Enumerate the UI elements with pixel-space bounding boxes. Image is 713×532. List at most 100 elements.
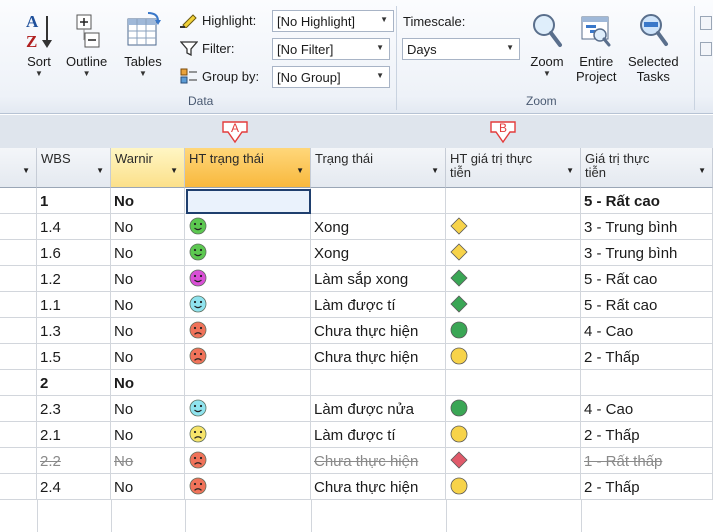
row-selector[interactable] — [0, 422, 37, 448]
outline-button[interactable]: Outline ▼ — [66, 8, 107, 79]
cell-ht-status[interactable] — [185, 422, 311, 448]
cell-ht-value[interactable] — [446, 188, 581, 214]
cell-ht-value[interactable] — [446, 370, 581, 396]
cell-value[interactable]: 5 - Rất cao — [581, 266, 713, 292]
cell-ht-value[interactable] — [446, 474, 581, 500]
zoom-button[interactable]: Zoom ▼ — [528, 8, 566, 79]
cell-ht-status[interactable] — [185, 344, 311, 370]
cell-ht-status[interactable] — [185, 214, 311, 240]
cell-status[interactable]: Làm được tí — [311, 292, 446, 318]
cell-wbs[interactable]: 1.4 — [37, 214, 111, 240]
entire-project-button[interactable]: Entire Project — [576, 8, 616, 84]
cell-ht-status[interactable] — [185, 318, 311, 344]
cell-warning[interactable]: No — [111, 318, 185, 344]
column-header-wbs[interactable]: WBS ▼ — [37, 148, 111, 188]
cell-wbs[interactable]: 1.5 — [37, 344, 111, 370]
cell-ht-value[interactable] — [446, 448, 581, 474]
cell-warning[interactable]: No — [111, 292, 185, 318]
sort-button[interactable]: A Z Sort ▼ — [20, 8, 58, 79]
cell-warning[interactable]: No — [111, 474, 185, 500]
cell-ht-status[interactable] — [185, 448, 311, 474]
overflow-icon[interactable] — [700, 42, 712, 56]
column-header-ht-status[interactable]: HT trạng thái ▼ — [185, 148, 311, 188]
cell-status[interactable]: Xong — [311, 214, 446, 240]
cell-value[interactable]: 3 - Trung bình — [581, 214, 713, 240]
row-selector[interactable] — [0, 266, 37, 292]
timescale-dropdown[interactable]: Days ▼ — [402, 38, 520, 60]
cell-value[interactable]: 5 - Rất cao — [581, 292, 713, 318]
highlight-dropdown[interactable]: [No Highlight] ▼ — [272, 10, 394, 32]
cell-warning[interactable]: No — [111, 344, 185, 370]
row-selector[interactable] — [0, 474, 37, 500]
cell-ht-status[interactable] — [185, 370, 311, 396]
cell-ht-status[interactable] — [185, 396, 311, 422]
cell-wbs[interactable]: 1.6 — [37, 240, 111, 266]
cell-status[interactable]: Chưa thực hiện — [311, 474, 446, 500]
cell-status[interactable] — [311, 370, 446, 396]
cell-ht-status[interactable] — [185, 474, 311, 500]
column-header-value[interactable]: Giá trị thực tiễn ▼ — [581, 148, 713, 188]
cell-value[interactable]: 2 - Thấp — [581, 422, 713, 448]
tables-button[interactable]: Tables ▼ — [124, 8, 162, 79]
cell-ht-value[interactable] — [446, 318, 581, 344]
cell-status[interactable]: Làm được nửa — [311, 396, 446, 422]
cell-ht-value[interactable] — [446, 292, 581, 318]
cell-ht-value[interactable] — [446, 266, 581, 292]
column-header-warning[interactable]: Warnir ▼ — [111, 148, 185, 188]
active-cell-highlight[interactable] — [186, 189, 311, 214]
cell-value[interactable]: 1 - Rất thấp — [581, 448, 713, 474]
row-selector[interactable] — [0, 188, 37, 214]
row-selector[interactable] — [0, 396, 37, 422]
row-selector[interactable] — [0, 370, 37, 396]
cell-warning[interactable]: No — [111, 266, 185, 292]
row-selector[interactable] — [0, 344, 37, 370]
cell-value[interactable]: 4 - Cao — [581, 396, 713, 422]
cell-ht-value[interactable] — [446, 240, 581, 266]
cell-wbs[interactable]: 2 — [37, 370, 111, 396]
cell-wbs[interactable]: 1.1 — [37, 292, 111, 318]
cell-ht-value[interactable] — [446, 422, 581, 448]
cell-status[interactable]: Chưa thực hiện — [311, 344, 446, 370]
row-selector[interactable] — [0, 448, 37, 474]
cell-value[interactable]: 5 - Rất cao — [581, 188, 713, 214]
column-header-status[interactable]: Trạng thái ▼ — [311, 148, 446, 188]
cell-wbs[interactable]: 2.3 — [37, 396, 111, 422]
overflow-icon[interactable] — [700, 16, 712, 30]
cell-status[interactable]: Xong — [311, 240, 446, 266]
cell-value[interactable]: 4 - Cao — [581, 318, 713, 344]
cell-ht-value[interactable] — [446, 396, 581, 422]
cell-ht-value[interactable] — [446, 344, 581, 370]
cell-warning[interactable]: No — [111, 370, 185, 396]
cell-status[interactable]: Chưa thực hiện — [311, 448, 446, 474]
cell-status[interactable]: Làm được tí — [311, 422, 446, 448]
row-selector[interactable] — [0, 318, 37, 344]
cell-ht-status[interactable] — [185, 292, 311, 318]
cell-wbs[interactable]: 2.2 — [37, 448, 111, 474]
row-selector[interactable] — [0, 240, 37, 266]
row-selector[interactable] — [0, 292, 37, 318]
row-selector[interactable] — [0, 214, 37, 240]
cell-warning[interactable]: No — [111, 396, 185, 422]
cell-wbs[interactable]: 1 — [37, 188, 111, 214]
cell-value[interactable]: 2 - Thấp — [581, 474, 713, 500]
cell-status[interactable] — [311, 188, 446, 214]
cell-warning[interactable]: No — [111, 188, 185, 214]
cell-value[interactable]: 2 - Thấp — [581, 344, 713, 370]
cell-wbs[interactable]: 1.2 — [37, 266, 111, 292]
cell-wbs[interactable]: 2.1 — [37, 422, 111, 448]
cell-warning[interactable]: No — [111, 214, 185, 240]
cell-ht-value[interactable] — [446, 214, 581, 240]
cell-value[interactable]: 3 - Trung bình — [581, 240, 713, 266]
cell-wbs[interactable]: 1.3 — [37, 318, 111, 344]
cell-status[interactable]: Chưa thực hiện — [311, 318, 446, 344]
cell-status[interactable]: Làm sắp xong — [311, 266, 446, 292]
cell-ht-status[interactable] — [185, 266, 311, 292]
filter-dropdown[interactable]: [No Filter] ▼ — [272, 38, 390, 60]
column-header-ht-value[interactable]: HT giá trị thực tiễn ▼ — [446, 148, 581, 188]
cell-wbs[interactable]: 2.4 — [37, 474, 111, 500]
cell-warning[interactable]: No — [111, 448, 185, 474]
cell-value[interactable] — [581, 370, 713, 396]
cell-warning[interactable]: No — [111, 422, 185, 448]
column-header-select[interactable]: ▼ — [0, 148, 37, 188]
selected-tasks-button[interactable]: Selected Tasks — [628, 8, 679, 84]
